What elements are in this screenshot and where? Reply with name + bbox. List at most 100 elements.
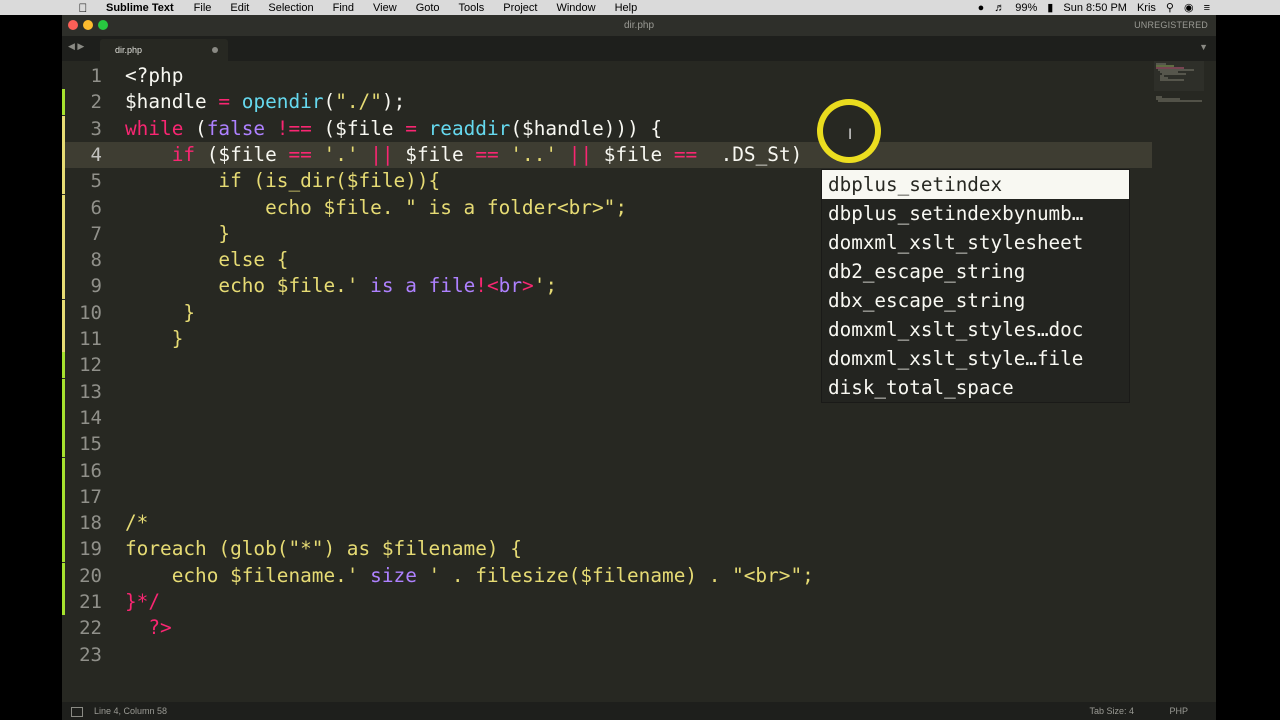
battery-percent[interactable]: 99% — [1015, 2, 1037, 14]
battery-icon[interactable]: ▮ — [1047, 1, 1053, 14]
code-line[interactable]: 21}*/ — [62, 589, 1152, 615]
code-line[interactable]: 14 — [62, 404, 1152, 431]
line-number: 8 — [90, 249, 102, 272]
code-token: || — [370, 142, 394, 166]
autocomplete-item[interactable]: db2_escape_string — [822, 257, 1129, 286]
code-line[interactable]: 20 echo $filename.' size ' . filesize($f… — [62, 562, 1152, 589]
code-text: ?> — [125, 615, 172, 641]
tab-dir-php[interactable]: dir.php — [100, 39, 228, 61]
code-token: ' . filesize($filename) . "<br>"; — [416, 563, 814, 587]
menubar-status-area: ● ♬ 99% ▮ Sun 8:50 PM Kris ⚲ ◉ ≡ — [978, 0, 1210, 15]
clock[interactable]: Sun 8:50 PM — [1063, 2, 1127, 14]
code-line[interactable]: 4 if ($file == '.' || $file == '..' || $… — [62, 141, 1152, 168]
code-token: size — [370, 563, 417, 587]
menu-extras-icon[interactable]: ≡ — [1204, 2, 1210, 14]
code-token: ?> — [148, 616, 172, 640]
tab-nav-arrows-icon[interactable]: ◀ ▶ — [68, 41, 84, 52]
wifi-icon[interactable]: ● — [978, 2, 985, 14]
code-text: echo $file.' is a file!<br>'; — [125, 273, 557, 299]
volume-icon[interactable]: ♬ — [994, 2, 1005, 14]
code-line[interactable]: 18 /* — [62, 510, 1152, 537]
code-token: <?php — [125, 64, 184, 87]
window-title: dir.php — [623, 20, 655, 31]
tab-size-selector[interactable]: Tab Size: 4 — [1089, 706, 1134, 716]
autocomplete-item[interactable]: dbplus_setindex — [822, 170, 1129, 199]
code-token: .DS_St) — [697, 142, 803, 166]
code-line[interactable]: 17 — [62, 483, 1152, 510]
line-number: 22 — [79, 617, 102, 640]
siri-icon[interactable]: ◉ — [1184, 1, 1194, 14]
code-token: } — [125, 327, 184, 350]
line-number: 2 — [90, 91, 102, 114]
code-token: echo $filename.' — [125, 563, 371, 587]
autocomplete-item[interactable]: disk_total_space — [822, 373, 1129, 402]
spotlight-search-icon[interactable]: ⚲ — [1166, 1, 1174, 14]
code-line[interactable]: 22 ?> — [62, 615, 1152, 641]
code-token: false — [206, 116, 266, 140]
code-token: foreach (glob("*") as $filename) { — [125, 537, 522, 561]
user-name[interactable]: Kris — [1137, 2, 1156, 14]
menu-goto[interactable]: Goto — [416, 2, 440, 14]
code-text: } — [125, 300, 195, 326]
code-line[interactable]: 23 — [62, 642, 1152, 668]
syntax-selector[interactable]: PHP — [1169, 706, 1188, 716]
line-number: 9 — [90, 275, 102, 298]
minimap[interactable] — [1154, 61, 1204, 111]
chevron-down-icon[interactable]: ▼ — [1199, 42, 1208, 52]
code-line[interactable]: 2 $handle = opendir("./"); — [62, 89, 1152, 116]
tab-bar: ◀ ▶ dir.php ▼ — [62, 36, 1216, 61]
status-bar: Line 4, Column 58 Tab Size: 4 PHP — [62, 702, 1216, 720]
autocomplete-item[interactable]: domxml_xslt_styles…doc — [822, 315, 1129, 344]
code-token: ( — [323, 90, 336, 114]
code-line[interactable]: 15 — [62, 431, 1152, 458]
panel-toggle-icon[interactable] — [71, 707, 83, 717]
autocomplete-item[interactable]: domxml_xslt_style…file — [822, 344, 1129, 373]
code-line[interactable]: 1 <?php — [62, 63, 1152, 89]
code-line[interactable]: 19 foreach (glob("*") as $filename) { — [62, 536, 1152, 563]
code-text: $handle = opendir("./"); — [125, 89, 405, 115]
code-token: if — [171, 142, 196, 166]
code-token: !== — [276, 116, 312, 140]
menu-app-name[interactable]: Sublime Text — [106, 2, 174, 14]
code-text: echo $filename.' size ' . filesize($file… — [125, 563, 814, 589]
autocomplete-item[interactable]: dbx_escape_string — [822, 286, 1129, 315]
menu-selection[interactable]: Selection — [268, 2, 313, 14]
title-bar: dir.php UNREGISTERED — [62, 15, 1216, 36]
code-text: } — [125, 326, 184, 352]
autocomplete-item[interactable]: dbplus_setindexbynumb… — [822, 199, 1129, 228]
line-number: 12 — [79, 354, 102, 377]
unsaved-dot-icon[interactable] — [212, 47, 218, 53]
code-line[interactable]: 3 while (false !== ($file = readdir($hand… — [62, 115, 1152, 142]
code-token: readdir — [428, 116, 511, 140]
autocomplete-popup[interactable]: dbplus_setindex dbplus_setindexbynumb… dom… — [821, 169, 1130, 403]
menu-project[interactable]: Project — [503, 2, 537, 14]
code-text: } — [125, 221, 230, 247]
code-token: file — [428, 274, 476, 298]
line-number: 16 — [79, 459, 102, 482]
autocomplete-item[interactable]: domxml_xslt_stylesheet — [822, 228, 1129, 257]
code-token: $handle — [125, 90, 219, 114]
menu-find[interactable]: Find — [333, 2, 354, 14]
menu-file[interactable]: File — [194, 2, 212, 14]
line-number: 5 — [90, 170, 102, 193]
menu-view[interactable]: View — [373, 2, 397, 14]
code-token: echo $file.' — [125, 274, 371, 298]
code-token: $file — [393, 142, 476, 166]
menu-tools[interactable]: Tools — [459, 2, 485, 14]
code-token: "./" — [335, 90, 382, 114]
menu-window[interactable]: Window — [556, 2, 595, 14]
code-line[interactable]: 16 — [62, 457, 1152, 484]
menu-edit[interactable]: Edit — [230, 2, 249, 14]
apple-icon[interactable]:  — [68, 1, 98, 15]
line-number: 19 — [79, 538, 102, 561]
menu-help[interactable]: Help — [615, 2, 638, 14]
cursor-position: Line 4, Column 58 — [94, 706, 168, 716]
code-token: == — [673, 142, 698, 166]
